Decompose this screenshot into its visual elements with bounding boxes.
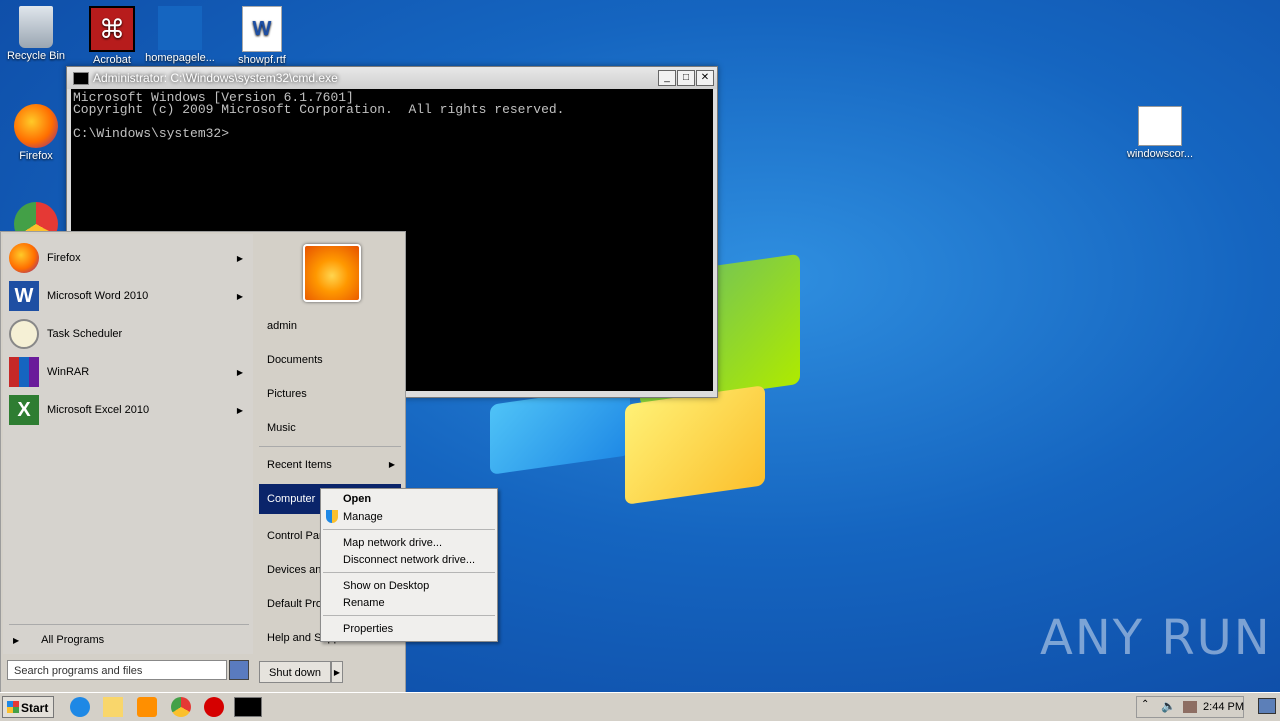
program-label: Microsoft Excel 2010 [47, 404, 150, 416]
program-excel[interactable]: X Microsoft Excel 2010 ▶ [9, 393, 249, 427]
desktop-icon-showpf[interactable]: W showpf.rtf [226, 6, 298, 66]
cmd-title: Administrator: C:\Windows\system32\cmd.e… [93, 71, 338, 85]
shield-icon [326, 510, 338, 523]
show-desktop-button[interactable] [1258, 698, 1276, 714]
context-item-manage[interactable]: Manage [343, 509, 383, 526]
desktop-icon-label: homepagele... [145, 52, 215, 64]
excel-icon: X [9, 395, 39, 425]
cmd-icon [73, 71, 89, 85]
program-label: Microsoft Word 2010 [47, 290, 149, 302]
menu-item-pictures[interactable]: Pictures [259, 379, 401, 409]
all-programs-label: All Programs [41, 634, 105, 646]
taskbar: Start ⌃ 🔈 2:44 PM [0, 692, 1280, 721]
submenu-arrow-icon: ▶ [236, 367, 243, 377]
program-label: Firefox [47, 252, 81, 264]
divider [9, 624, 249, 625]
menu-item-admin[interactable]: admin [259, 311, 401, 341]
divider [323, 572, 495, 573]
clock-icon [9, 319, 39, 349]
minimize-button[interactable]: _ [658, 70, 676, 86]
desktop-icon-firefox[interactable]: Firefox [0, 104, 72, 162]
console-line: Copyright (c) 2009 Microsoft Corporation… [73, 102, 565, 117]
media-player-icon[interactable] [137, 697, 157, 717]
internet-explorer-icon[interactable] [70, 697, 90, 717]
word-icon: W [9, 281, 39, 311]
chevron-up-icon[interactable]: ⌃ [1141, 699, 1149, 710]
start-label: Start [21, 701, 49, 715]
submenu-arrow-icon: ▶ [236, 291, 243, 301]
submenu-arrow-icon: ▶ [236, 405, 243, 415]
maximize-button[interactable]: □ [677, 70, 695, 86]
windows-logo-blue-pane [490, 385, 630, 475]
menu-item-label: Recent Items [267, 459, 332, 471]
console-line: C:\Windows\system32> [73, 126, 230, 141]
chrome-icon[interactable] [171, 697, 191, 717]
context-item-disconnect-network-drive[interactable]: Disconnect network drive... [343, 552, 475, 569]
program-firefox[interactable]: Firefox ▶ [9, 241, 249, 275]
desktop-icon-windowscor[interactable]: windowscor... [1124, 106, 1196, 160]
desktop-icon-label: Firefox [19, 150, 53, 162]
context-item-open[interactable]: Open [343, 491, 371, 508]
program-task-scheduler[interactable]: Task Scheduler [9, 317, 249, 351]
winrar-icon [9, 357, 39, 387]
document-icon [158, 6, 202, 50]
desktop-icon-label: Acrobat [93, 54, 131, 66]
menu-item-recent-items[interactable]: Recent Items ▶ [259, 450, 401, 480]
windows-logo-icon [7, 701, 19, 713]
windows-logo-yellow-pane [625, 385, 765, 505]
volume-icon[interactable]: 🔈 [1161, 699, 1176, 713]
opera-icon[interactable] [204, 697, 224, 717]
desktop-icon-label: windowscor... [1126, 148, 1194, 160]
folder-icon[interactable] [103, 697, 123, 717]
word-document-icon: W [242, 6, 282, 52]
desktop-icon-recycle-bin[interactable]: Recycle Bin [0, 6, 72, 62]
program-label: WinRAR [47, 366, 90, 378]
user-avatar[interactable] [303, 244, 361, 302]
menu-item-documents[interactable]: Documents [259, 345, 401, 375]
cmd-title-bar[interactable]: Administrator: C:\Windows\system32\cmd.e… [67, 67, 717, 89]
submenu-arrow-icon: ▶ [236, 253, 243, 263]
programs-pane: Firefox ▶ W Microsoft Word 2010 ▶ Task S… [3, 234, 253, 654]
context-item-map-network-drive[interactable]: Map network drive... [343, 535, 442, 552]
program-winrar[interactable]: WinRAR ▶ [9, 355, 249, 389]
all-programs-button[interactable]: ▶ All Programs [13, 634, 104, 646]
divider [323, 615, 495, 616]
context-item-show-on-desktop[interactable]: Show on Desktop [343, 578, 429, 595]
recycle-bin-icon [19, 6, 53, 48]
context-item-rename[interactable]: Rename [343, 595, 385, 612]
program-label: Task Scheduler [47, 328, 123, 340]
submenu-arrow-icon: ▶ [388, 460, 395, 469]
desktop-icon-label: showpf.rtf [238, 54, 286, 66]
desktop-icon-label: Recycle Bin [6, 50, 66, 62]
program-word[interactable]: W Microsoft Word 2010 ▶ [9, 279, 249, 313]
anyrun-watermark: ANY RUN [1040, 610, 1272, 666]
cmd-taskbar-icon[interactable] [234, 697, 262, 717]
arrow-right-icon: ▶ [13, 635, 20, 645]
desktop-icon-homepage[interactable]: homepagele... [144, 6, 216, 64]
network-icon[interactable] [1183, 701, 1197, 713]
context-menu: Open Manage Map network drive... Disconn… [320, 488, 498, 642]
acrobat-icon: ⌘ [89, 6, 135, 52]
divider [323, 529, 495, 530]
shutdown-options-button[interactable]: ▶ [331, 661, 343, 683]
document-icon [1138, 106, 1182, 146]
context-item-properties[interactable]: Properties [343, 621, 393, 638]
start-button[interactable]: Start [2, 696, 54, 718]
shutdown-button[interactable]: Shut down [259, 661, 331, 683]
close-button[interactable]: ✕ [696, 70, 714, 86]
desktop-icon-acrobat[interactable]: ⌘ Acrobat [76, 6, 148, 66]
search-input[interactable]: Search programs and files [7, 660, 227, 680]
menu-item-music[interactable]: Music [259, 413, 401, 443]
divider [259, 446, 401, 447]
firefox-icon [14, 104, 58, 148]
clock[interactable]: 2:44 PM [1203, 697, 1244, 717]
firefox-icon [9, 243, 39, 273]
search-icon[interactable] [229, 660, 249, 680]
